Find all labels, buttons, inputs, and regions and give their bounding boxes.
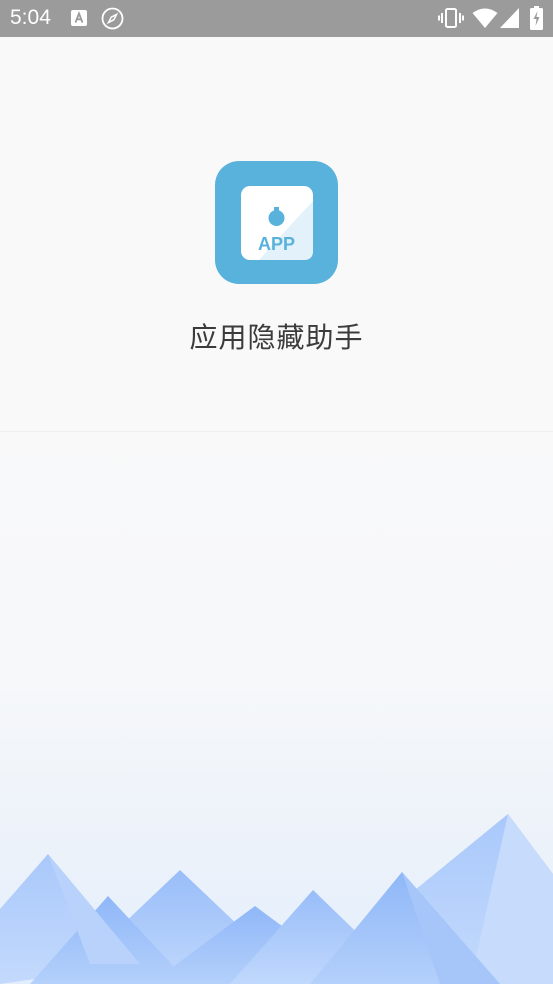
vibrate-icon: [438, 8, 464, 28]
battery-icon: [530, 6, 543, 30]
signal-icon: [500, 8, 519, 28]
compass-icon: [101, 7, 124, 30]
app-logo-icon: APP: [215, 161, 338, 284]
mountain-illustration: [0, 814, 553, 984]
status-bar: 5:04: [0, 0, 553, 37]
app-name: 应用隐藏助手: [189, 321, 364, 354]
status-time: 5:04: [10, 6, 51, 29]
splash-background: [0, 432, 553, 984]
wifi-icon: [472, 8, 498, 28]
a-notification-icon: [71, 10, 87, 26]
app-logo-text: APP: [258, 234, 295, 254]
